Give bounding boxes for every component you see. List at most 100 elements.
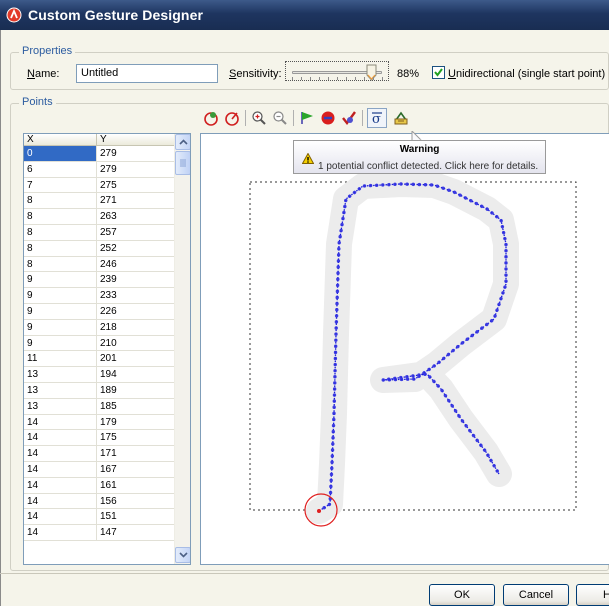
unidirectional-checkbox[interactable] [432,66,445,79]
table-row[interactable]: 7 275 [24,177,175,194]
scroll-thumb[interactable] [175,151,190,175]
cell-x[interactable]: 13 [24,367,97,383]
cell-y[interactable]: 167 [97,461,175,478]
cell-y[interactable]: 233 [97,288,175,304]
points-grid[interactable]: X Y 0 279 6 279 7 275 8 271 8 263 8 257 8 252 8 246 9 239… [23,133,191,565]
cell-x[interactable]: 0 [24,146,97,162]
stop-button[interactable] [318,108,338,128]
cell-y[interactable]: 147 [97,525,175,541]
cell-x[interactable]: 14 [24,509,97,526]
cell-x[interactable]: 9 [24,303,97,320]
cell-x[interactable]: 14 [24,446,97,462]
cell-x[interactable]: 14 [24,414,97,431]
sigma-button[interactable]: σ [367,108,387,128]
cancel-button[interactable]: Cancel [503,584,569,606]
cell-y[interactable]: 151 [97,509,175,526]
name-input[interactable]: Untitled [76,64,218,83]
table-row[interactable]: 11 201 [24,351,175,368]
table-row[interactable]: 14 167 [24,461,175,478]
table-row[interactable]: 8 271 [24,193,175,210]
table-row[interactable]: 14 171 [24,446,175,462]
sensitivity-slider[interactable] [285,61,389,81]
conflict-scan-button[interactable] [391,108,411,128]
cell-x[interactable]: 14 [24,477,97,494]
cell-x[interactable]: 9 [24,319,97,336]
table-row[interactable]: 0 279 [24,146,175,162]
cell-y[interactable]: 175 [97,430,175,447]
table-row[interactable]: 8 257 [24,224,175,241]
cell-y[interactable]: 279 [97,146,175,162]
table-row[interactable]: 8 246 [24,256,175,273]
cell-y[interactable]: 201 [97,351,175,368]
cell-y[interactable]: 194 [97,367,175,383]
cell-x[interactable]: 13 [24,398,97,415]
table-row[interactable]: 8 252 [24,240,175,257]
cell-y[interactable]: 185 [97,398,175,415]
cell-y[interactable]: 210 [97,335,175,352]
table-row[interactable]: 14 147 [24,525,175,541]
cell-x[interactable]: 8 [24,240,97,257]
slider-thumb[interactable] [366,64,377,81]
table-row[interactable]: 6 279 [24,161,175,178]
scroll-up-button[interactable] [175,134,190,150]
remove-point-button[interactable] [222,108,242,128]
cell-x[interactable]: 14 [24,525,97,541]
zoom-out-button[interactable] [270,108,290,128]
zoom-in-button[interactable] [249,108,269,128]
cell-x[interactable]: 8 [24,209,97,225]
help-button[interactable]: H [576,584,609,606]
cell-x[interactable]: 9 [24,272,97,289]
table-row[interactable]: 14 179 [24,414,175,431]
cell-y[interactable]: 226 [97,303,175,320]
cell-y[interactable]: 252 [97,240,175,257]
cell-y[interactable]: 263 [97,209,175,225]
cell-x[interactable]: 7 [24,177,97,194]
scroll-down-button[interactable] [175,547,190,563]
cell-y[interactable]: 179 [97,414,175,431]
title-bar[interactable]: Custom Gesture Designer [0,0,609,30]
cell-y[interactable]: 171 [97,446,175,462]
cell-y[interactable]: 275 [97,177,175,194]
cell-x[interactable]: 9 [24,288,97,304]
cell-y[interactable]: 279 [97,161,175,178]
start-flag-button[interactable] [297,108,317,128]
table-row[interactable]: 14 156 [24,493,175,510]
table-row[interactable]: 13 194 [24,367,175,383]
warning-tooltip[interactable]: Warning 1 potential conflict detected. C… [293,140,546,174]
cell-y[interactable]: 218 [97,319,175,336]
add-point-button[interactable] [201,108,221,128]
cell-x[interactable]: 6 [24,161,97,178]
cell-x[interactable]: 14 [24,493,97,510]
ok-button[interactable]: OK [429,584,495,606]
cell-y[interactable]: 257 [97,224,175,241]
cell-y[interactable]: 246 [97,256,175,273]
table-row[interactable]: 9 233 [24,288,175,304]
cell-y[interactable]: 239 [97,272,175,289]
cell-y[interactable]: 271 [97,193,175,210]
table-row[interactable]: 8 263 [24,209,175,225]
cell-x[interactable]: 8 [24,193,97,210]
table-row[interactable]: 14 175 [24,430,175,447]
grid-scrollbar[interactable] [174,134,190,564]
table-row[interactable]: 13 189 [24,382,175,399]
column-header-x[interactable]: X [24,134,97,146]
table-row[interactable]: 9 226 [24,303,175,320]
column-header-y[interactable]: Y [97,134,175,146]
cell-x[interactable]: 14 [24,430,97,447]
cell-x[interactable]: 8 [24,224,97,241]
cell-x[interactable]: 11 [24,351,97,368]
table-row[interactable]: 14 151 [24,509,175,526]
cell-x[interactable]: 9 [24,335,97,352]
cell-y[interactable]: 156 [97,493,175,510]
warning-message[interactable]: 1 potential conflict detected. Click her… [318,161,538,172]
cell-x[interactable]: 8 [24,256,97,273]
table-row[interactable]: 9 210 [24,335,175,352]
cell-y[interactable]: 161 [97,477,175,494]
cell-x[interactable]: 14 [24,461,97,478]
verify-button[interactable] [339,108,359,128]
table-row[interactable]: 9 218 [24,319,175,336]
table-row[interactable]: 9 239 [24,272,175,289]
table-row[interactable]: 14 161 [24,477,175,494]
table-row[interactable]: 13 185 [24,398,175,415]
cell-y[interactable]: 189 [97,382,175,399]
